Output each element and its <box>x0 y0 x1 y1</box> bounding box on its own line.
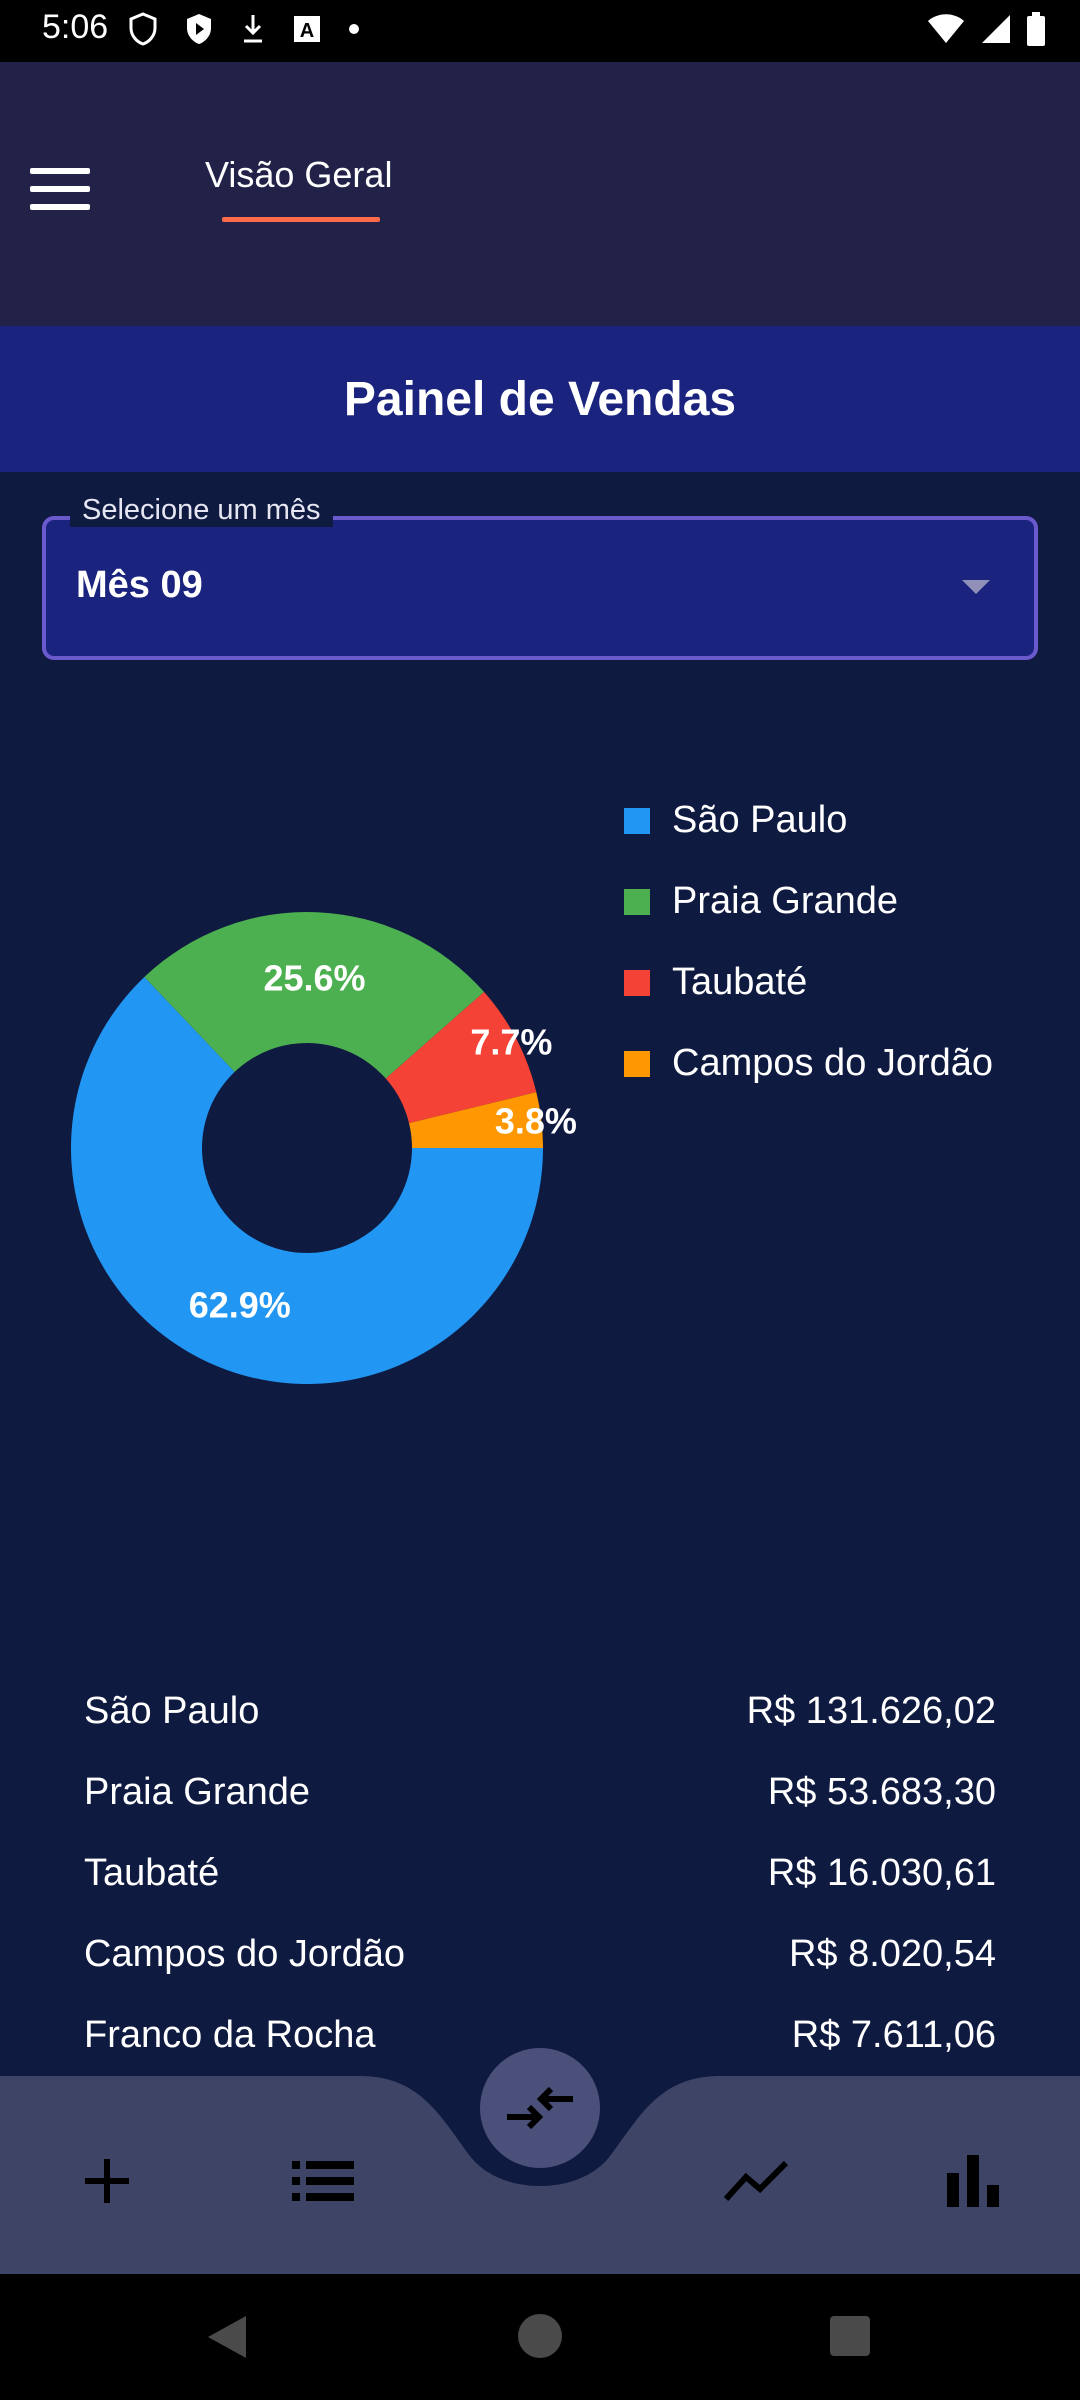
compare-button[interactable] <box>480 2048 600 2168</box>
legend-label: Campos do Jordão <box>672 1042 994 1084</box>
legend-swatch <box>624 888 650 915</box>
legend-item: São Paulo <box>624 780 993 861</box>
city-amount: R$ 53.683,30 <box>767 1771 996 1813</box>
legend-swatch <box>624 969 650 996</box>
city-amount: R$ 16.030,61 <box>767 1852 996 1894</box>
legend-item: Campos do Jordão <box>624 1023 993 1104</box>
app-bar: Visão Geral <box>0 62 1080 326</box>
battery-icon <box>1027 12 1045 46</box>
legend-item: Praia Grande <box>624 861 993 942</box>
slice-value-label: 3.8% <box>495 1101 577 1142</box>
status-bar: 5:06 A <box>0 0 1080 62</box>
month-select-value: Mês 09 <box>76 564 203 606</box>
city-name: Campos do Jordão <box>84 1933 406 1975</box>
slice-value-label: 25.6% <box>263 958 365 999</box>
list-item: Campos do Jordão R$ 8.020,54 <box>84 1933 996 2014</box>
menu-icon-line <box>30 186 90 192</box>
page-title: Painel de Vendas <box>343 372 737 426</box>
list-item: São Paulo R$ 131.626,02 <box>84 1690 996 1771</box>
home-icon[interactable] <box>516 2312 564 2360</box>
totals-list: São Paulo R$ 131.626,02 Praia Grande R$ … <box>84 1690 996 2095</box>
month-select[interactable]: Selecione um mês Mês 09 <box>42 494 1038 660</box>
bar-chart-icon <box>947 2155 999 2207</box>
menu-button[interactable] <box>30 168 96 222</box>
tab-indicator <box>222 217 380 222</box>
plus-icon <box>85 2159 129 2203</box>
dropdown-arrow-icon <box>962 580 990 594</box>
legend-item: Taubaté <box>624 942 993 1023</box>
month-select-label: Selecione um mês <box>70 494 333 527</box>
tab-visao-geral[interactable]: Visão Geral <box>205 154 392 196</box>
shield-icon <box>129 12 157 46</box>
compare-arrows-icon <box>507 2086 573 2130</box>
donut-chart: 62.9% 25.6% 7.7% 3.8% <box>71 912 577 1384</box>
dot-icon <box>349 24 359 34</box>
back-icon[interactable] <box>202 2312 252 2362</box>
city-amount: R$ 131.626,02 <box>746 1690 996 1732</box>
status-notification-icons: A <box>128 12 360 46</box>
svg-text:A: A <box>300 20 314 42</box>
download-icon <box>244 15 262 43</box>
signal-icon <box>982 15 1010 43</box>
status-system-icons <box>926 12 1046 46</box>
wifi-icon <box>928 14 964 43</box>
play-shield-icon <box>187 14 211 44</box>
list-button[interactable] <box>278 2136 368 2226</box>
add-button[interactable] <box>62 2136 152 2226</box>
legend-label: Taubaté <box>672 961 808 1003</box>
chart-legend: São Paulo Praia Grande Taubaté Campos do… <box>624 780 993 1104</box>
city-name: Praia Grande <box>84 1771 311 1813</box>
menu-icon-line <box>30 168 90 174</box>
translate-icon: A <box>294 16 320 42</box>
legend-swatch <box>624 1050 650 1077</box>
list-icon <box>292 2161 354 2201</box>
city-name: Taubaté <box>84 1852 220 1894</box>
legend-label: São Paulo <box>672 799 848 841</box>
list-item: Praia Grande R$ 53.683,30 <box>84 1771 996 1852</box>
title-band: Painel de Vendas <box>0 326 1080 472</box>
status-time: 5:06 <box>42 8 109 46</box>
legend-label: Praia Grande <box>672 880 899 922</box>
trending-button[interactable] <box>712 2136 802 2226</box>
menu-icon-line <box>30 204 90 210</box>
slice-value-label: 7.7% <box>470 1021 552 1062</box>
city-amount: R$ 8.020,54 <box>788 1933 996 1975</box>
slice-value-label: 62.9% <box>189 1285 291 1326</box>
system-nav-bar <box>0 2274 1080 2400</box>
city-name: São Paulo <box>84 1690 260 1732</box>
bar-chart-button[interactable] <box>928 2136 1018 2226</box>
list-item: Taubaté R$ 16.030,61 <box>84 1852 996 1933</box>
legend-swatch <box>624 807 650 834</box>
recents-icon[interactable] <box>828 2314 872 2358</box>
trending-icon <box>724 2160 789 2202</box>
